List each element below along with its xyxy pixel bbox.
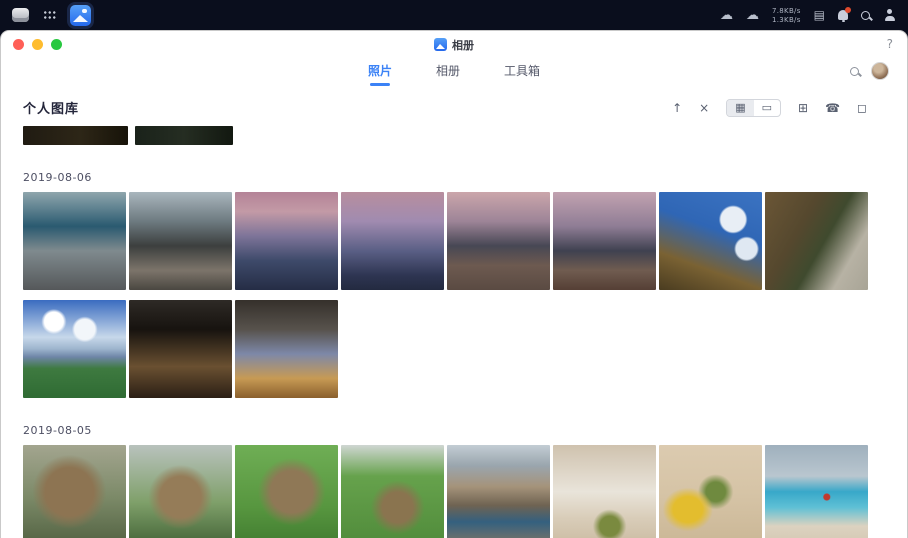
photo-thumbnail[interactable] <box>447 445 550 538</box>
help-button[interactable]: ? <box>887 37 893 51</box>
photo-group: 2019-08-06 <box>23 171 867 398</box>
network-speed-indicator: 7.8KB/s 1.3KB/s <box>772 7 801 24</box>
cloud-upload-icon[interactable]: ☁ <box>746 9 759 22</box>
view-mode-switch: ▦ ▭ <box>726 99 781 117</box>
photo-thumbnail[interactable] <box>659 445 762 538</box>
panorama-thumbnail[interactable] <box>23 126 128 145</box>
close-window-button[interactable] <box>13 39 24 50</box>
dock-app-icon[interactable] <box>12 8 29 22</box>
grid-view-icon[interactable]: ▦ <box>727 100 753 116</box>
photos-app-window: 相册 ? 照片 相册 工具箱 个人图库 ↑ × ▦ ▭ ⊞ ☎ <box>0 30 908 538</box>
photo-thumbnail[interactable] <box>235 192 338 290</box>
tab-albums[interactable]: 相册 <box>436 62 460 82</box>
photo-groups: 2019-08-06 2019-08-05 <box>23 171 867 538</box>
folder-view-icon[interactable]: ▭ <box>754 100 780 116</box>
window-title-text: 相册 <box>452 37 474 53</box>
photo-grid <box>23 445 869 538</box>
notification-badge <box>845 7 851 13</box>
panorama-row <box>23 126 867 145</box>
search-icon[interactable] <box>850 67 859 76</box>
user-account-icon[interactable] <box>883 9 896 21</box>
photo-library-content: 个人图库 ↑ × ▦ ▭ ⊞ ☎ ◻ 2019-08-06 2019-08-05 <box>1 86 907 538</box>
photo-thumbnail[interactable] <box>23 300 126 398</box>
taskbar-search-icon[interactable] <box>861 11 870 20</box>
photo-group: 2019-08-05 <box>23 424 867 538</box>
notification-bell-icon[interactable] <box>838 10 848 20</box>
photo-thumbnail[interactable] <box>235 300 338 398</box>
photo-thumbnail[interactable] <box>553 192 656 290</box>
photo-thumbnail[interactable] <box>341 192 444 290</box>
panorama-thumbnail[interactable] <box>135 126 233 145</box>
traffic-lights <box>13 39 62 50</box>
photo-thumbnail[interactable] <box>341 445 444 538</box>
photo-thumbnail[interactable] <box>447 192 550 290</box>
window-title-app-icon <box>434 38 447 51</box>
crop-icon[interactable]: ⊞ <box>798 101 808 115</box>
photo-thumbnail[interactable] <box>23 445 126 538</box>
date-header: 2019-08-06 <box>23 171 867 184</box>
upload-icon[interactable]: ↑ <box>672 101 682 115</box>
select-icon[interactable]: ◻ <box>857 101 867 115</box>
system-taskbar: ☁ ☁ 7.8KB/s 1.3KB/s ▤ <box>0 0 908 30</box>
photo-thumbnail[interactable] <box>129 445 232 538</box>
net-speed-up: 7.8KB/s <box>772 7 801 15</box>
date-header: 2019-08-05 <box>23 424 867 437</box>
net-speed-down: 1.3KB/s <box>772 16 801 24</box>
minimize-window-button[interactable] <box>32 39 43 50</box>
photo-thumbnail[interactable] <box>553 445 656 538</box>
cloud-download-icon[interactable]: ☁ <box>720 9 733 22</box>
photo-thumbnail[interactable] <box>23 192 126 290</box>
photo-thumbnail[interactable] <box>765 445 868 538</box>
tab-toolbox[interactable]: 工具箱 <box>504 62 540 82</box>
zoom-window-button[interactable] <box>51 39 62 50</box>
photo-thumbnail[interactable] <box>235 445 338 538</box>
photos-app-icon[interactable] <box>70 5 91 26</box>
window-titlebar: 相册 ? <box>1 31 907 58</box>
photo-thumbnail[interactable] <box>765 192 868 290</box>
launcher-grid-icon[interactable] <box>43 10 56 20</box>
photo-grid <box>23 192 869 398</box>
phone-icon[interactable]: ☎ <box>825 101 840 115</box>
scissors-icon[interactable]: × <box>699 101 709 115</box>
section-title-personal-library: 个人图库 <box>23 98 79 117</box>
notes-panel-icon[interactable]: ▤ <box>814 8 825 22</box>
avatar[interactable] <box>871 62 889 80</box>
photo-thumbnail[interactable] <box>129 300 232 398</box>
photo-thumbnail[interactable] <box>129 192 232 290</box>
main-tabbar: 照片 相册 工具箱 <box>1 58 907 86</box>
photo-thumbnail[interactable] <box>659 192 762 290</box>
tab-photos[interactable]: 照片 <box>368 62 392 82</box>
window-title: 相册 <box>434 37 474 53</box>
library-toolbar: ↑ × ▦ ▭ ⊞ ☎ ◻ <box>672 99 867 117</box>
